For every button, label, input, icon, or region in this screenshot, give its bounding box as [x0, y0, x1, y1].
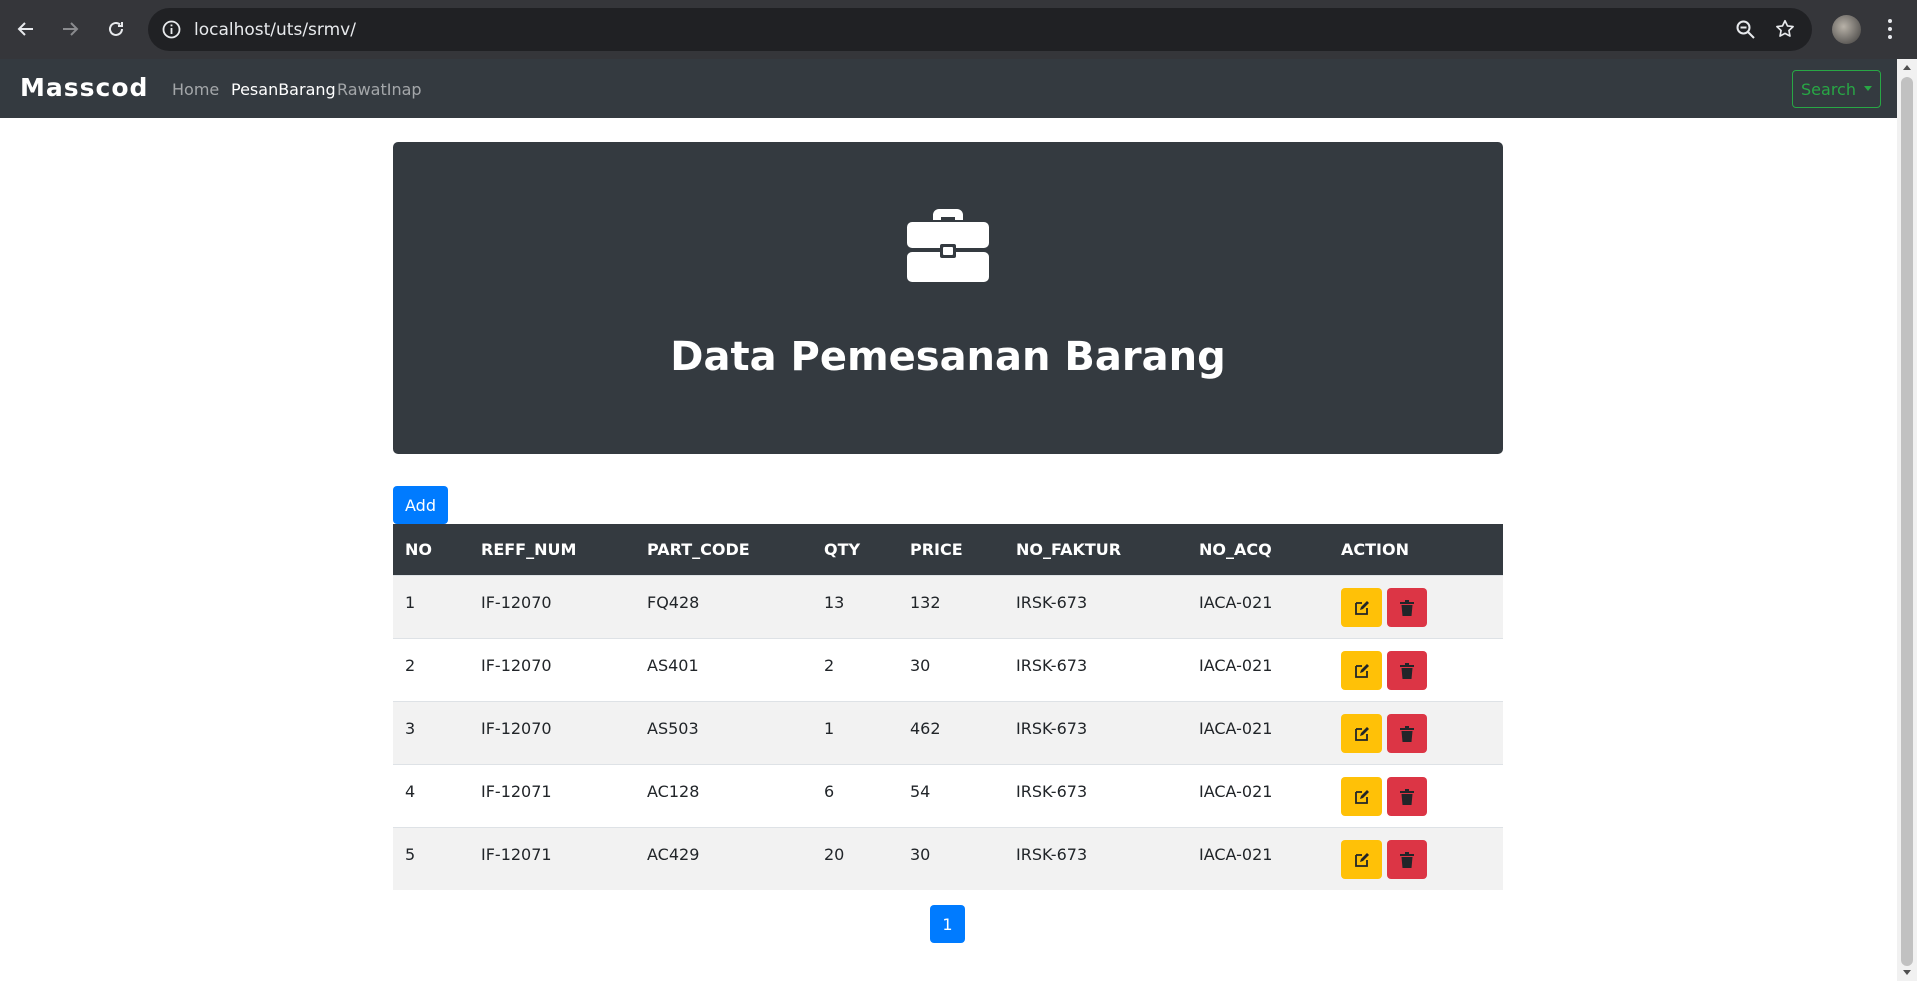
- page-scrollbar[interactable]: [1897, 59, 1917, 981]
- edit-button[interactable]: [1341, 840, 1382, 879]
- header-no-acq: NO_ACQ: [1199, 540, 1272, 559]
- header-action: ACTION: [1341, 540, 1409, 559]
- header-no-faktur: NO_FAKTUR: [1016, 540, 1122, 559]
- cell-qty: 20: [824, 845, 845, 864]
- cell-no: 2: [405, 656, 416, 675]
- cell-price: 30: [910, 845, 931, 864]
- cell-part-code: FQ428: [647, 593, 700, 612]
- caret-down-icon: [1863, 85, 1872, 91]
- trash-icon: [1400, 662, 1414, 679]
- table-row: 4 IF-12071 AC128 6 54 IRSK-673 IACA-021: [393, 764, 1503, 827]
- table-row: 3 IF-12070 AS503 1 462 IRSK-673 IACA-021: [393, 701, 1503, 764]
- cell-no: 4: [405, 782, 416, 801]
- edit-button[interactable]: [1341, 714, 1382, 753]
- cell-no: 1: [405, 593, 416, 612]
- cell-price: 462: [910, 719, 941, 738]
- cell-reff-num: IF-12071: [481, 845, 552, 864]
- table-row: 2 IF-12070 AS401 2 30 IRSK-673 IACA-021: [393, 638, 1503, 701]
- delete-button[interactable]: [1387, 777, 1427, 816]
- delete-button[interactable]: [1387, 588, 1427, 627]
- reload-icon[interactable]: [101, 14, 131, 44]
- cell-qty: 2: [824, 656, 835, 675]
- site-info-icon[interactable]: [160, 18, 183, 41]
- scroll-down-arrow-icon[interactable]: [1903, 970, 1911, 975]
- search-button-label: Search: [1801, 79, 1856, 99]
- cell-no-acq: IACA-021: [1199, 845, 1273, 864]
- cell-no-acq: IACA-021: [1199, 593, 1273, 612]
- delete-button[interactable]: [1387, 651, 1427, 690]
- trash-icon: [1400, 725, 1414, 742]
- brand-logo[interactable]: Masscod: [20, 73, 148, 102]
- scroll-up-arrow-icon[interactable]: [1903, 65, 1911, 70]
- briefcase-icon: [906, 206, 990, 289]
- cell-reff-num: IF-12071: [481, 782, 552, 801]
- profile-avatar[interactable]: [1832, 15, 1861, 44]
- zoom-icon[interactable]: [1735, 19, 1756, 45]
- header-price: PRICE: [910, 540, 963, 559]
- back-icon[interactable]: [11, 14, 41, 44]
- cell-price: 132: [910, 593, 941, 612]
- cell-no-acq: IACA-021: [1199, 719, 1273, 738]
- bookmark-star-icon[interactable]: [1774, 18, 1796, 45]
- edit-icon: [1354, 600, 1369, 615]
- edit-icon: [1354, 726, 1369, 741]
- cell-reff-num: IF-12070: [481, 656, 552, 675]
- cell-qty: 13: [824, 593, 845, 612]
- header-reff-num: REFF_NUM: [481, 540, 577, 559]
- cell-part-code: AS401: [647, 656, 699, 675]
- cell-no-faktur: IRSK-673: [1016, 656, 1088, 675]
- cell-no: 5: [405, 845, 416, 864]
- edit-button[interactable]: [1341, 588, 1382, 627]
- jumbotron: Data Pemesanan Barang: [393, 142, 1503, 454]
- table-header: NO REFF_NUM PART_CODE QTY PRICE NO_FAKTU…: [393, 524, 1503, 575]
- cell-price: 54: [910, 782, 931, 801]
- cell-qty: 6: [824, 782, 835, 801]
- edit-button[interactable]: [1341, 777, 1382, 816]
- cell-no-faktur: IRSK-673: [1016, 719, 1088, 738]
- browser-toolbar: localhost/uts/srmv/: [0, 0, 1917, 59]
- cell-part-code: AS503: [647, 719, 699, 738]
- nav-link-home[interactable]: Home: [172, 80, 219, 99]
- cell-no-acq: IACA-021: [1199, 782, 1273, 801]
- edit-button[interactable]: [1341, 651, 1382, 690]
- cell-no-faktur: IRSK-673: [1016, 782, 1088, 801]
- pagination-page-button[interactable]: 1: [930, 905, 965, 943]
- delete-button[interactable]: [1387, 840, 1427, 879]
- cell-no-faktur: IRSK-673: [1016, 593, 1088, 612]
- site-navbar: Masscod Home PesanBarang RawatInap Searc…: [0, 59, 1897, 118]
- header-no: NO: [405, 540, 432, 559]
- delete-button[interactable]: [1387, 714, 1427, 753]
- browser-menu-icon[interactable]: [1880, 14, 1900, 44]
- page-title: Data Pemesanan Barang: [670, 334, 1226, 380]
- edit-icon: [1354, 663, 1369, 678]
- orders-table: NO REFF_NUM PART_CODE QTY PRICE NO_FAKTU…: [393, 524, 1503, 890]
- trash-icon: [1400, 599, 1414, 616]
- address-bar[interactable]: localhost/uts/srmv/: [148, 8, 1812, 51]
- search-dropdown-button[interactable]: Search: [1792, 70, 1881, 108]
- cell-price: 30: [910, 656, 931, 675]
- trash-icon: [1400, 788, 1414, 805]
- cell-reff-num: IF-12070: [481, 719, 552, 738]
- cell-part-code: AC128: [647, 782, 700, 801]
- nav-link-rawatinap[interactable]: RawatInap: [337, 80, 422, 99]
- cell-part-code: AC429: [647, 845, 700, 864]
- nav-link-pesanbarang[interactable]: PesanBarang: [231, 80, 336, 99]
- url-text[interactable]: localhost/uts/srmv/: [194, 20, 356, 40]
- cell-reff-num: IF-12070: [481, 593, 552, 612]
- cell-qty: 1: [824, 719, 835, 738]
- trash-icon: [1400, 851, 1414, 868]
- scrollbar-thumb[interactable]: [1901, 77, 1913, 966]
- cell-no-acq: IACA-021: [1199, 656, 1273, 675]
- cell-no: 3: [405, 719, 416, 738]
- edit-icon: [1354, 852, 1369, 867]
- header-part-code: PART_CODE: [647, 540, 750, 559]
- cell-no-faktur: IRSK-673: [1016, 845, 1088, 864]
- table-row: 1 IF-12070 FQ428 13 132 IRSK-673 IACA-02…: [393, 575, 1503, 638]
- forward-icon[interactable]: [55, 14, 85, 44]
- add-button[interactable]: Add: [393, 486, 448, 524]
- edit-icon: [1354, 789, 1369, 804]
- table-row: 5 IF-12071 AC429 20 30 IRSK-673 IACA-021: [393, 827, 1503, 890]
- header-qty: QTY: [824, 540, 861, 559]
